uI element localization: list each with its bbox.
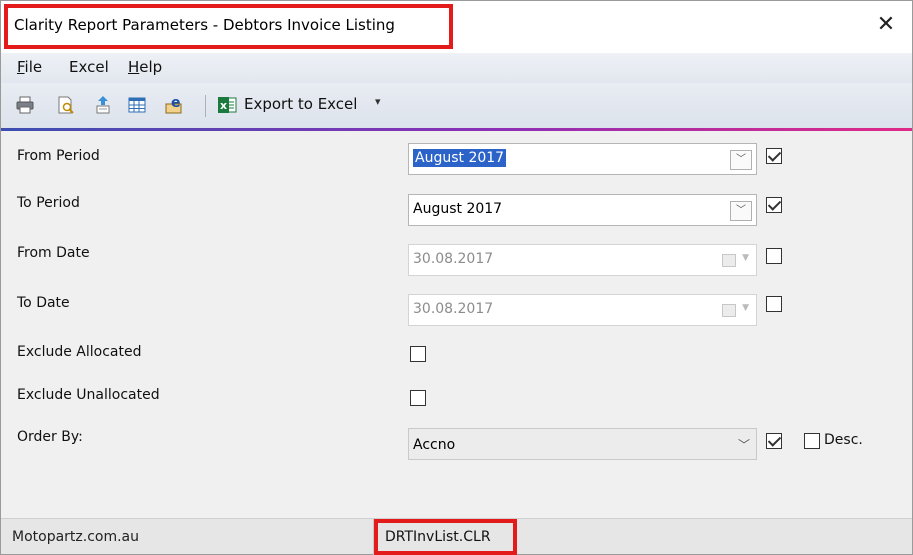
from-period-value: August 2017 bbox=[413, 149, 507, 167]
to-date-label: To Date bbox=[17, 295, 70, 311]
calendar-icon[interactable] bbox=[722, 304, 736, 317]
order-by-value: Accno bbox=[413, 437, 456, 453]
export-to-excel-button[interactable]: Export to Excel bbox=[244, 95, 357, 113]
desc-label: Desc. bbox=[824, 432, 863, 448]
to-period-checkbox[interactable] bbox=[766, 197, 782, 213]
order-by-label: Order By: bbox=[17, 429, 83, 445]
chevron-down-icon[interactable]: ﹀ bbox=[730, 150, 752, 170]
from-date-picker[interactable]: 30.08.2017 ▼ bbox=[408, 244, 757, 276]
to-period-value: August 2017 bbox=[413, 201, 503, 217]
export-dropdown-caret-icon[interactable]: ▾ bbox=[375, 95, 381, 108]
status-bar: Motopartz.com.au DRTInvList.CLR bbox=[1, 518, 912, 555]
menu-file[interactable]: File bbox=[17, 58, 42, 76]
menu-help-mnemonic: H bbox=[128, 58, 140, 76]
chevron-down-icon[interactable]: ﹀ bbox=[738, 436, 750, 453]
to-period-select[interactable]: August 2017 ﹀ bbox=[408, 194, 757, 226]
toolbar-separator bbox=[205, 95, 206, 117]
from-period-label: From Period bbox=[17, 148, 100, 164]
menu-excel[interactable]: Excel bbox=[69, 58, 109, 76]
to-period-label: To Period bbox=[17, 195, 80, 211]
to-date-checkbox[interactable] bbox=[766, 296, 782, 312]
excel-icon[interactable]: x bbox=[217, 95, 237, 115]
exclude-allocated-checkbox[interactable] bbox=[410, 346, 426, 362]
exclude-allocated-label: Exclude Allocated bbox=[17, 344, 142, 360]
from-period-select[interactable]: August 2017 ﹀ bbox=[408, 143, 757, 175]
desc-checkbox[interactable] bbox=[804, 433, 820, 449]
email-icon[interactable]: e bbox=[163, 95, 183, 115]
menu-file-label: ile bbox=[24, 58, 43, 76]
print-icon[interactable] bbox=[15, 95, 35, 115]
chevron-down-icon[interactable]: ﹀ bbox=[730, 201, 752, 221]
menu-file-mnemonic: F bbox=[17, 58, 25, 76]
order-by-checkbox[interactable] bbox=[766, 433, 782, 449]
exclude-unallocated-checkbox[interactable] bbox=[410, 390, 426, 406]
from-date-label: From Date bbox=[17, 245, 90, 261]
preview-icon[interactable] bbox=[55, 95, 75, 115]
export-icon[interactable] bbox=[93, 95, 113, 115]
grid-icon[interactable] bbox=[127, 95, 147, 115]
status-company: Motopartz.com.au bbox=[12, 529, 140, 545]
menu-help[interactable]: Help bbox=[128, 58, 162, 76]
svg-text:e: e bbox=[171, 95, 181, 111]
order-by-select[interactable]: Accno ﹀ bbox=[408, 428, 757, 460]
status-highlight-box bbox=[374, 519, 517, 555]
title-bar: Clarity Report Parameters - Debtors Invo… bbox=[1, 1, 912, 53]
parameters-panel: From Period August 2017 ﹀ To Period Augu… bbox=[1, 131, 912, 518]
from-date-checkbox[interactable] bbox=[766, 248, 782, 264]
menu-help-label: elp bbox=[139, 58, 163, 76]
close-icon[interactable]: ✕ bbox=[872, 11, 900, 39]
exclude-unallocated-label: Exclude Unallocated bbox=[17, 387, 160, 403]
report-parameters-window: Clarity Report Parameters - Debtors Invo… bbox=[0, 0, 913, 555]
svg-text:x: x bbox=[220, 99, 227, 112]
menu-bar: File Excel Help bbox=[1, 53, 912, 83]
title-highlight-box bbox=[4, 4, 453, 49]
from-period-checkbox[interactable] bbox=[766, 148, 782, 164]
toolbar: e x Export to Excel ▾ bbox=[1, 83, 912, 128]
chevron-down-icon[interactable]: ▼ bbox=[742, 253, 749, 263]
calendar-icon[interactable] bbox=[722, 254, 736, 267]
chevron-down-icon[interactable]: ▼ bbox=[742, 303, 749, 313]
from-date-value: 30.08.2017 bbox=[413, 251, 494, 267]
to-date-value: 30.08.2017 bbox=[413, 301, 494, 317]
to-date-picker[interactable]: 30.08.2017 ▼ bbox=[408, 294, 757, 326]
